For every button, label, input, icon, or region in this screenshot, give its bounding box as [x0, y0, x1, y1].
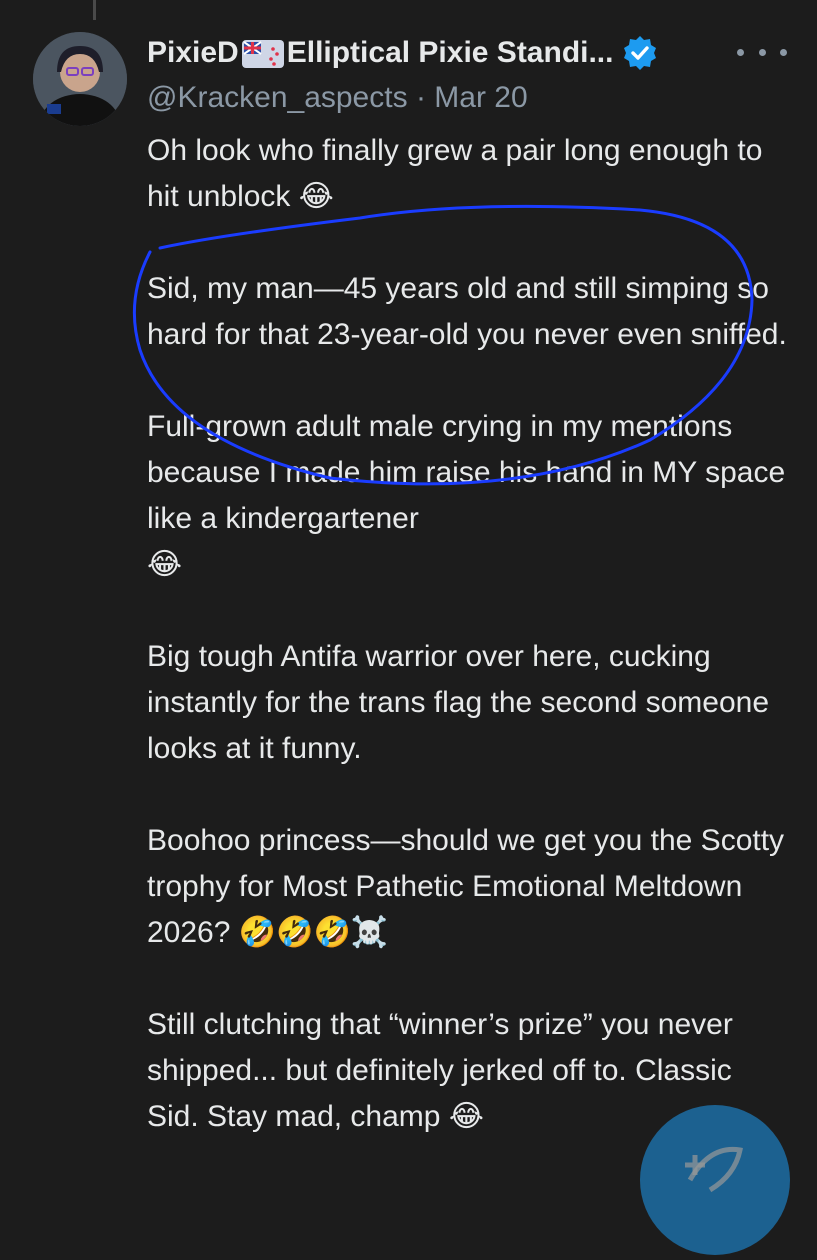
avatar-image — [33, 32, 127, 126]
post-paragraph: Oh look who finally grew a pair long eno… — [147, 128, 787, 220]
tears-of-joy-emoji: 😂 — [448, 1100, 484, 1133]
post-paragraph: Boohoo princess—should we get you the Sc… — [147, 818, 787, 956]
post-paragraph: Full-grown adult male crying in my menti… — [147, 404, 787, 588]
tears-of-joy-emoji: 😂 — [147, 548, 183, 581]
paragraph-text: Oh look who finally grew a pair long eno… — [147, 134, 763, 213]
compose-post-icon — [685, 1146, 743, 1193]
display-name[interactable]: PixieD Elliptical Pixie Standi... — [147, 36, 613, 70]
tears-of-joy-emoji: 😂 — [298, 180, 334, 213]
meta-separator: · — [415, 81, 426, 114]
rofl-skull-emojis: 🤣🤣🤣☠️ — [238, 916, 389, 949]
paragraph-text: Full-grown adult male crying in my menti… — [147, 410, 786, 535]
post-paragraph: Big tough Antifa warrior over here, cuck… — [147, 634, 787, 772]
handle[interactable]: @Kracken_aspects — [147, 81, 408, 114]
paragraph-text: Sid, my man—45 years old and still simpi… — [147, 272, 787, 351]
more-options-icon[interactable] — [737, 34, 787, 70]
display-name-end: Elliptical Pixie Standi... — [286, 36, 614, 69]
new-zealand-flag-icon — [241, 40, 284, 69]
thread-connector-line — [93, 0, 96, 20]
post-body: Oh look who finally grew a pair long eno… — [147, 128, 787, 1186]
verified-badge-icon — [624, 36, 657, 70]
paragraph-text: Big tough Antifa warrior over here, cuck… — [147, 640, 770, 765]
post-header: PixieD Elliptical Pixie Standi... @Krack… — [147, 30, 787, 120]
compose-post-button[interactable] — [640, 1105, 790, 1255]
post-paragraph: Sid, my man—45 years old and still simpi… — [147, 266, 787, 358]
post-date[interactable]: Mar 20 — [434, 81, 527, 114]
display-name-start: PixieD — [147, 36, 239, 69]
avatar[interactable] — [33, 32, 127, 126]
